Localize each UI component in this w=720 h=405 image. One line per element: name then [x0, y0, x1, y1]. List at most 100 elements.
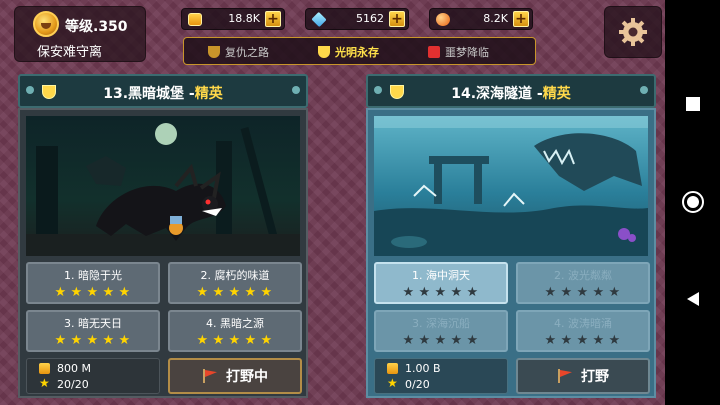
stage-button-locked[interactable]: 2. 波光粼粼 ★ ★ ★ ★ ★	[516, 262, 650, 304]
level-title: 14.深海隧道 -精英	[368, 83, 654, 103]
dark-castle-scene	[26, 123, 300, 256]
system-navigation-bar	[665, 0, 720, 405]
level-card-dark-castle: 1. 暗隐于光 ★ ★ ★ ★ ★ 2. 腐朽的味道 ★ ★ ★ ★ ★ 3. 暗无天日 ★ ★ ★…	[18, 108, 308, 398]
square-icon	[686, 97, 700, 111]
player-avatar[interactable]	[33, 11, 59, 37]
star-icon: ★	[196, 333, 209, 348]
star-icon: ★	[102, 285, 115, 300]
stage-stars: ★ ★ ★ ★ ★	[403, 334, 480, 347]
level-title: 13.黑暗城堡 -精英	[20, 83, 306, 103]
gold-coin-icon	[188, 13, 202, 26]
star-icon: ★	[592, 333, 605, 348]
star-icon: ★	[576, 333, 589, 348]
tab-label: 光明永存	[335, 46, 379, 59]
star-icon: ★	[86, 285, 99, 300]
deep-sea-scene	[374, 116, 648, 256]
action-label: 打野中	[226, 369, 268, 385]
tab-eternal-light[interactable]: 光明永存	[318, 42, 379, 62]
stage-stars: ★ ★ ★ ★ ★	[403, 286, 480, 299]
star-icon: ★	[402, 285, 415, 300]
reward-gold: 1.00 B	[405, 362, 441, 375]
stage-button[interactable]: 1. 暗隐于光 ★ ★ ★ ★ ★	[26, 262, 160, 304]
back-button[interactable]	[679, 285, 707, 313]
elite-label: 精英	[542, 86, 571, 102]
level-card-header: 13.黑暗城堡 -精英	[18, 74, 308, 108]
level-name: 13.黑暗城堡 -	[103, 86, 195, 102]
star-icon: ★	[608, 333, 621, 348]
star-icon: ★	[212, 333, 225, 348]
energy-orb-icon	[436, 13, 450, 26]
back-triangle-icon	[687, 292, 699, 306]
star-icon: ★	[544, 285, 557, 300]
stage-name: 1. 暗隐于光	[64, 269, 122, 282]
gold-value: 18.8K	[228, 12, 260, 25]
stage-stars: ★ ★ ★ ★ ★	[545, 286, 622, 299]
farm-button[interactable]: 打野	[516, 358, 650, 394]
stage-stars: ★ ★ ★ ★ ★	[197, 286, 274, 299]
tab-revenge-road[interactable]: 复仇之路	[208, 42, 269, 62]
star-icon: ★	[466, 333, 479, 348]
shield-icon	[318, 46, 330, 58]
stage-stars: ★ ★ ★ ★ ★	[55, 286, 132, 299]
star-icon: ★	[54, 285, 67, 300]
add-energy-button[interactable]: +	[513, 11, 529, 27]
settings-button[interactable]	[604, 6, 662, 58]
star-icon: ★	[102, 333, 115, 348]
circle-icon	[682, 191, 704, 213]
tab-label: 复仇之路	[225, 46, 269, 59]
home-button[interactable]	[679, 188, 707, 216]
stage-name: 3. 暗无天日	[64, 317, 122, 330]
stage-stars: ★ ★ ★ ★ ★	[55, 334, 132, 347]
stage-name: 2. 腐朽的味道	[200, 269, 270, 282]
star-icon: ★	[260, 333, 273, 348]
player-panel[interactable]: 等级.350 保安难守离	[14, 6, 146, 62]
action-label: 打野	[581, 369, 609, 385]
star-icon: ★	[560, 285, 573, 300]
stage-button[interactable]: 4. 黑暗之源 ★ ★ ★ ★ ★	[168, 310, 302, 352]
star-icon: ★	[228, 285, 241, 300]
gear-icon	[619, 18, 647, 46]
diamond-value: 5162	[356, 12, 384, 25]
star-icon: ★	[212, 285, 225, 300]
reward-gold: 800 M	[57, 362, 91, 375]
energy-value: 8.2K	[483, 12, 508, 25]
level-scene-image	[374, 116, 648, 256]
chapter-tabs: 复仇之路 光明永存 噩梦降临	[183, 37, 536, 65]
star-icon: ★	[544, 333, 557, 348]
star-icon: ★	[450, 333, 463, 348]
star-icon: ★	[592, 285, 605, 300]
stage-button[interactable]: 1. 海中洞天 ★ ★ ★ ★ ★	[374, 262, 508, 304]
stage-button-locked[interactable]: 3. 深海沉船 ★ ★ ★ ★ ★	[374, 310, 508, 352]
star-icon: ★	[434, 285, 447, 300]
star-icon: ★	[118, 285, 131, 300]
tab-nightmare[interactable]: 噩梦降临	[428, 42, 489, 62]
tab-label: 噩梦降临	[445, 46, 489, 59]
player-level: 等级.350	[65, 19, 128, 35]
star-icon: ★	[560, 333, 573, 348]
currency-diamond: 5162 +	[305, 8, 409, 30]
stage-button[interactable]: 3. 暗无天日 ★ ★ ★ ★ ★	[26, 310, 160, 352]
currency-gold: 18.8K +	[181, 8, 285, 30]
star-icon: ★	[260, 285, 273, 300]
reward-stars: 0/20	[405, 378, 430, 391]
gold-coin-icon	[39, 363, 50, 374]
currency-energy: 8.2K +	[429, 8, 533, 30]
star-icon: ★	[196, 285, 209, 300]
stage-button[interactable]: 2. 腐朽的味道 ★ ★ ★ ★ ★	[168, 262, 302, 304]
level-card-header: 14.深海隧道 -精英	[366, 74, 656, 108]
star-icon: ★	[70, 285, 83, 300]
add-gold-button[interactable]: +	[265, 11, 281, 27]
farming-button[interactable]: 打野中	[168, 358, 302, 394]
stage-stars: ★ ★ ★ ★ ★	[545, 334, 622, 347]
stage-name: 2. 波光粼粼	[554, 269, 612, 282]
add-diamond-button[interactable]: +	[389, 11, 405, 27]
stage-name: 4. 波涛暗涌	[554, 317, 612, 330]
recents-button[interactable]	[679, 90, 707, 118]
star-icon: ★	[228, 333, 241, 348]
stage-name: 3. 深海沉船	[412, 317, 470, 330]
stage-button-locked[interactable]: 4. 波涛暗涌 ★ ★ ★ ★ ★	[516, 310, 650, 352]
star-icon: ★	[244, 333, 257, 348]
reward-stars: 20/20	[57, 378, 89, 391]
star-icon: ★	[450, 285, 463, 300]
flag-icon	[202, 369, 218, 383]
